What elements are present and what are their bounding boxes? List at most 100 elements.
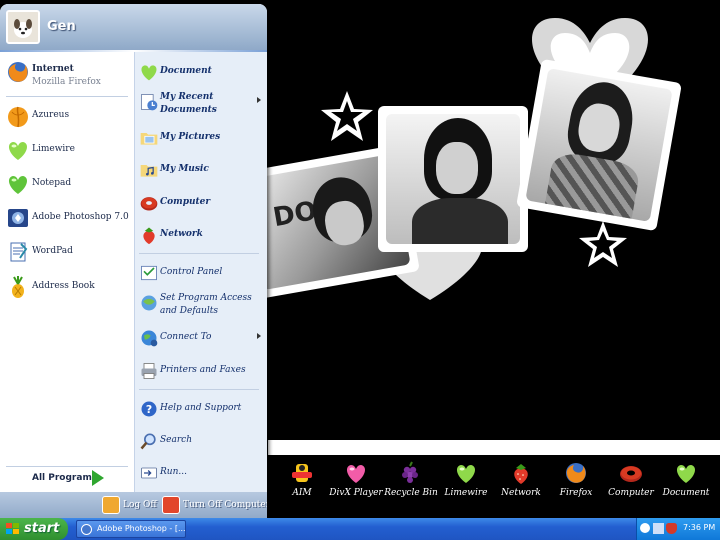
dock-label: Computer <box>608 488 654 498</box>
right-item-label: Set Program Access <box>160 293 252 303</box>
dock-item-limewire[interactable]: Limewire <box>436 458 496 514</box>
connect-globe-icon <box>141 330 158 347</box>
star-decoration-small <box>579 221 627 267</box>
right-item-set-program-access[interactable]: Set Program Access and Defaults <box>139 289 263 321</box>
right-item-computer[interactable]: Computer <box>139 189 263 217</box>
dock-label: AIM <box>292 488 312 498</box>
donut-icon <box>140 197 158 211</box>
right-item-label: Search <box>160 435 192 445</box>
dock-item-divx-player[interactable]: DivX Player <box>326 458 386 514</box>
pinned-item-sublabel: Mozilla Firefox <box>32 77 101 87</box>
avatar[interactable] <box>6 10 40 44</box>
log-off-icon <box>102 496 120 514</box>
right-item-network[interactable]: Network <box>139 221 263 249</box>
photo-frame-right <box>516 58 682 232</box>
right-item-label: My Pictures <box>160 132 221 142</box>
arrow-right-icon <box>92 470 104 486</box>
recent-item-label: Azureus <box>32 110 70 120</box>
right-item-label: Printers and Faxes <box>160 365 246 375</box>
recent-item-label: WordPad <box>32 246 73 256</box>
submenu-arrow-icon <box>257 97 261 103</box>
donut-icon <box>620 466 642 482</box>
recent-item-address-book[interactable]: Address Book <box>6 273 132 303</box>
pineapple-icon <box>12 276 24 298</box>
right-item-my-music[interactable]: My Music <box>139 156 263 184</box>
recent-item-notepad[interactable]: Notepad <box>6 170 132 200</box>
right-item-label-line2: and Defaults <box>160 306 218 316</box>
pinned-item-label: Internet <box>32 64 74 74</box>
music-folder-icon <box>140 165 158 177</box>
recent-item-label: Limewire <box>32 144 75 154</box>
recent-item-limewire[interactable]: Limewire <box>6 136 132 166</box>
taskbar-button-photoshop[interactable]: Adobe Photoshop - [... <box>76 520 186 538</box>
dock-item-recycle-bin[interactable]: Recycle Bin <box>381 458 441 514</box>
log-off-label: Log Off <box>123 500 157 510</box>
turn-off-button[interactable]: Turn Off Computer <box>162 496 267 516</box>
grapes-icon <box>402 461 418 483</box>
dock-label: DivX Player <box>329 488 383 498</box>
right-item-label: Computer <box>160 197 211 207</box>
right-item-label: My Music <box>160 164 209 174</box>
recent-documents-icon <box>141 94 158 111</box>
right-item-printers-and-faxes[interactable]: Printers and Faxes <box>139 357 263 385</box>
right-item-search[interactable]: Search <box>139 427 263 455</box>
all-programs-button[interactable]: All Programs <box>6 470 132 490</box>
desktop-dock: AIM DivX Player Recycle Bin Limewire Net… <box>280 458 720 518</box>
dock-item-aim[interactable]: AIM <box>272 458 332 514</box>
dock-label: Recycle Bin <box>384 488 438 498</box>
recent-item-label: Address Book <box>32 281 95 291</box>
printer-icon <box>141 363 157 379</box>
start-menu-right-column: Document My Recent Documents My Pictures… <box>134 52 267 492</box>
firefox-icon <box>8 62 28 82</box>
turn-off-label: Turn Off Computer <box>183 500 267 510</box>
right-item-control-panel[interactable]: Control Panel <box>139 259 263 287</box>
recent-item-label: Notepad <box>32 178 72 188</box>
program-access-icon <box>141 295 157 311</box>
submenu-arrow-icon <box>257 333 261 339</box>
start-menu: Gen Internet Mozilla Firefox Azureus Lim… <box>0 4 267 520</box>
right-item-label: Document <box>160 66 212 76</box>
dog-avatar-icon <box>8 12 38 42</box>
firefox-icon <box>566 463 586 483</box>
recent-item-wordpad[interactable]: WordPad <box>6 238 132 268</box>
right-item-label-line2: Documents <box>160 105 217 115</box>
security-shield-icon[interactable] <box>666 523 677 534</box>
photoshop-icon <box>81 524 92 535</box>
system-tray: 7:36 PM <box>636 518 720 540</box>
green-heart-icon <box>141 65 157 81</box>
network-icon[interactable] <box>653 523 664 534</box>
dock-item-computer[interactable]: Computer <box>601 458 661 514</box>
wallpaper-band <box>268 440 720 455</box>
dock-item-firefox[interactable]: Firefox <box>546 458 606 514</box>
right-item-label: Connect To <box>160 332 212 342</box>
right-item-my-recent-documents[interactable]: My Recent Documents <box>139 88 263 120</box>
start-menu-header: Gen <box>0 4 267 50</box>
right-item-connect-to[interactable]: Connect To <box>139 324 263 352</box>
right-separator <box>139 253 259 254</box>
strawberry-icon <box>514 464 528 484</box>
right-item-run[interactable]: Run... <box>139 459 263 487</box>
pictures-folder-icon <box>140 133 158 145</box>
green-heart-icon <box>8 176 28 194</box>
right-item-document[interactable]: Document <box>139 58 263 86</box>
run-icon <box>141 467 157 479</box>
green-heart-icon <box>8 142 28 160</box>
right-item-help-and-support[interactable]: ? Help and Support <box>139 395 263 423</box>
recent-item-azureus[interactable]: Azureus <box>6 102 132 132</box>
user-name: Gen <box>47 19 76 34</box>
dock-item-document[interactable]: Document <box>656 458 716 514</box>
chevron-left-icon[interactable] <box>640 523 650 533</box>
start-button[interactable]: start <box>0 518 68 540</box>
left-separator <box>6 96 128 97</box>
start-menu-left-column: Internet Mozilla Firefox Azureus Limewir… <box>0 52 134 492</box>
taskbar: start Adobe Photoshop - [... 7:36 PM <box>0 518 720 540</box>
dock-label: Firefox <box>559 488 593 498</box>
photo-frame-center <box>378 106 528 252</box>
recent-item-photoshop[interactable]: Adobe Photoshop 7.0 <box>6 204 132 234</box>
dock-item-network[interactable]: Network <box>491 458 551 514</box>
left-separator <box>6 466 128 467</box>
help-icon: ? <box>141 401 157 417</box>
log-off-button[interactable]: Log Off <box>102 496 158 516</box>
pinned-item-internet[interactable]: Internet Mozilla Firefox <box>6 58 132 92</box>
right-item-my-pictures[interactable]: My Pictures <box>139 124 263 152</box>
